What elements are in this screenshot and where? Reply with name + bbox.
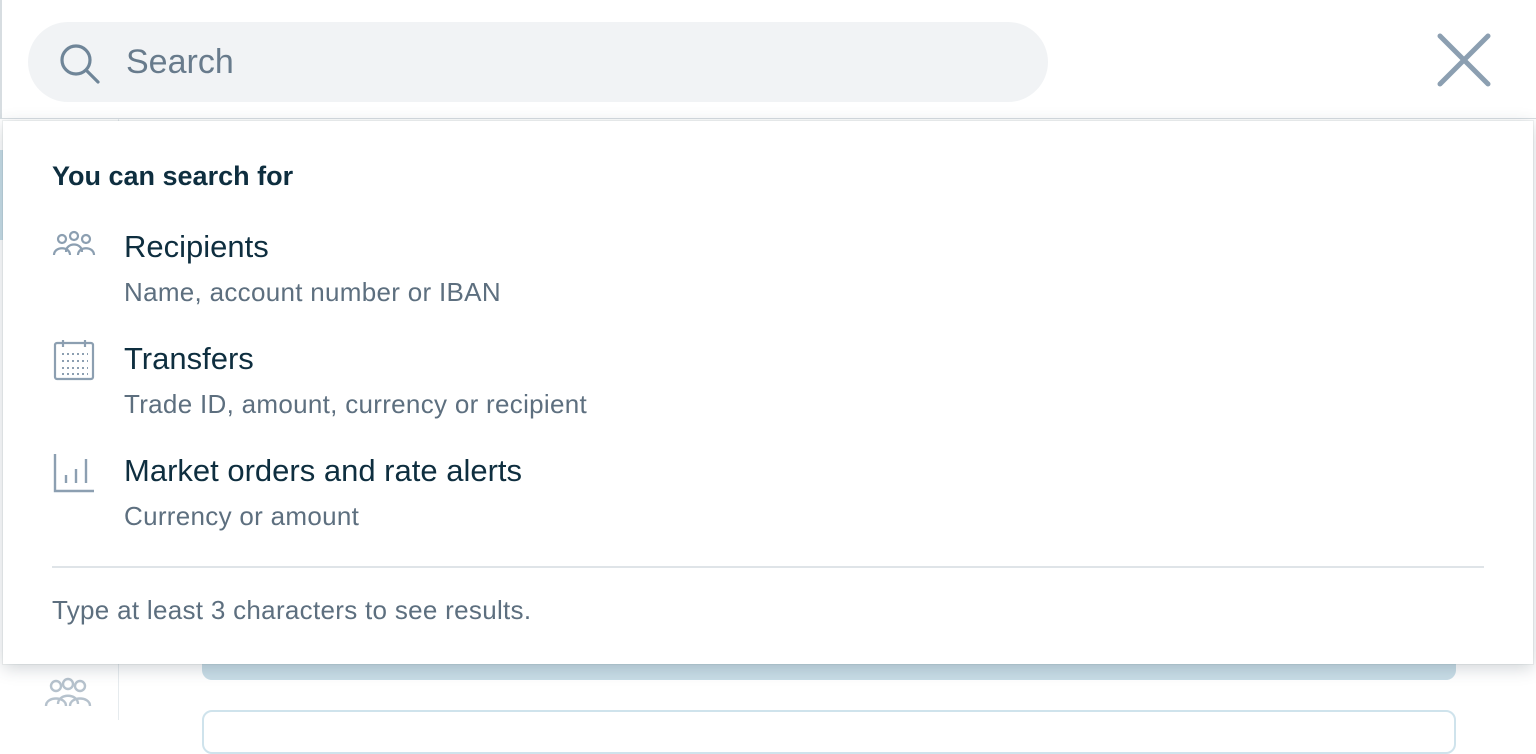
search-suggestions-dropdown: You can search for Recipients Name, acco… <box>3 121 1533 664</box>
hint-description: Trade ID, amount, currency or recipient <box>124 389 588 419</box>
background-card <box>202 710 1456 754</box>
search-icon <box>58 42 102 86</box>
search-input[interactable] <box>126 22 1006 102</box>
sidebar-recipients-icon[interactable] <box>44 676 92 716</box>
hint-item-recipients: Recipients Name, account number or IBAN <box>52 227 1052 317</box>
hint-item-market-orders: Market orders and rate alerts Currency o… <box>52 451 1052 541</box>
hint-label: Recipients <box>124 229 269 264</box>
close-icon <box>1430 33 1498 98</box>
calendar-icon <box>52 339 96 383</box>
dropdown-title: You can search for <box>52 161 294 191</box>
hint-label: Transfers <box>124 341 254 376</box>
hint-description: Name, account number or IBAN <box>124 277 501 307</box>
hint-item-transfers: Transfers Trade ID, amount, currency or … <box>52 339 1052 429</box>
min-characters-note: Type at least 3 characters to see result… <box>52 595 532 625</box>
bar-chart-icon <box>52 451 96 495</box>
search-header <box>0 0 1536 119</box>
hint-label: Market orders and rate alerts <box>124 453 523 488</box>
people-icon <box>52 227 96 271</box>
search-box[interactable] <box>28 22 1048 102</box>
close-button[interactable] <box>1430 26 1498 94</box>
divider <box>52 566 1484 568</box>
hint-description: Currency or amount <box>124 501 360 531</box>
